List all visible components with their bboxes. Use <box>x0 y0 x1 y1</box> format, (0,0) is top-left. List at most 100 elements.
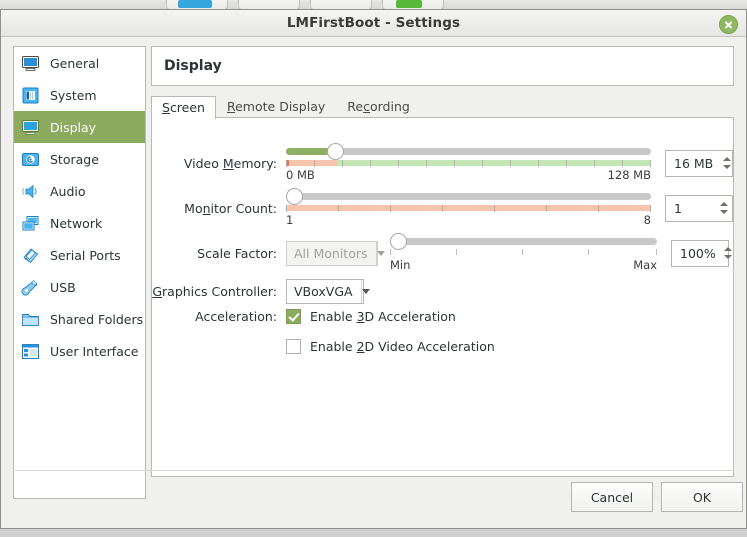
stepper-down-icon[interactable] <box>722 165 731 169</box>
footer-divider <box>13 470 734 471</box>
sidebar-item-shared-folders[interactable]: Shared Folders <box>14 303 145 335</box>
network-cards-icon <box>20 213 41 234</box>
video-memory-spinbox[interactable]: 16 MB <box>665 149 733 177</box>
chip-icon <box>20 85 41 106</box>
row-scale-factor: Scale Factor: All Monitors Min Max 100% <box>152 232 732 274</box>
display-icon <box>20 117 41 138</box>
sidebar-item-label: USB <box>50 279 76 295</box>
scale-factor-knob[interactable] <box>390 233 407 250</box>
row-acceleration-3d: Acceleration: Enable 3D Acceleration <box>152 309 456 324</box>
toolbar-chip-green <box>396 0 422 8</box>
monitor-count-ticks <box>286 205 651 212</box>
dialog-titlebar: LMFirstBoot - Settings <box>1 10 746 37</box>
sidebar-item-system[interactable]: System <box>14 79 145 111</box>
sidebar-item-label: General <box>50 55 100 71</box>
stepper-up-icon[interactable] <box>719 202 728 206</box>
stepper-down-icon[interactable] <box>719 210 728 214</box>
checkbox-2d-label: Enable 2D Video Acceleration <box>310 339 495 354</box>
cancel-button[interactable]: Cancel <box>571 482 653 512</box>
stepper-up-icon[interactable] <box>722 157 731 161</box>
scale-factor-stepper[interactable] <box>723 241 732 266</box>
tab-screen-label-rest: creen <box>169 100 205 115</box>
tab-screen[interactable]: Screen <box>151 96 216 119</box>
sidebar-item-usb[interactable]: USB <box>14 271 145 303</box>
video-memory-value: 16 MB <box>674 155 714 171</box>
sidebar-item-label: Display <box>50 119 97 135</box>
slider-track <box>390 238 657 245</box>
close-icon[interactable] <box>719 15 738 34</box>
checkbox-icon-checked[interactable] <box>286 309 301 324</box>
sidebar-item-user-interface[interactable]: User Interface <box>14 335 145 367</box>
checkbox-icon-unchecked[interactable] <box>286 339 301 354</box>
scale-factor-max-label: Max <box>633 258 657 272</box>
stepper-down-icon[interactable] <box>723 255 732 259</box>
video-memory-knob[interactable] <box>327 143 344 160</box>
scale-factor-spinbox[interactable]: 100% <box>671 239 732 267</box>
monitor-count-knob[interactable] <box>286 188 303 205</box>
tab-remote-display-label-rest: emote Display <box>235 99 326 114</box>
panel-header: Display <box>151 46 734 86</box>
monitor-count-slider[interactable]: 1 8 <box>286 187 651 229</box>
monitor-count-label: Monitor Count: <box>184 200 277 216</box>
dialog-title: LMFirstBoot - Settings <box>286 15 461 31</box>
toolbar-chip-blue <box>178 0 212 8</box>
video-memory-stepper[interactable] <box>721 151 732 176</box>
video-memory-label: Video Memory: <box>183 155 277 171</box>
graphics-controller-value: VBoxVGA <box>294 284 353 299</box>
chevron-down-icon <box>375 241 385 265</box>
sidebar-item-network[interactable]: Network <box>14 207 145 239</box>
row-monitor-count: Monitor Count: 1 8 1 <box>152 187 733 229</box>
monitor-count-min-label: 1 <box>286 213 294 227</box>
sidebar-item-audio[interactable]: Audio <box>14 175 145 207</box>
video-memory-ticks <box>286 160 651 167</box>
tab-recording[interactable]: Recording <box>336 95 421 118</box>
tab-recording-label-b: ording <box>369 99 410 114</box>
tab-recording-label-a: Re <box>347 99 364 114</box>
speaker-icon <box>20 181 41 202</box>
row-graphics-controller: Graphics Controller: VBoxVGA <box>152 279 370 304</box>
sidebar-item-serial-ports[interactable]: Serial Ports <box>14 239 145 271</box>
scale-factor-monitor-select[interactable]: All Monitors <box>286 240 385 266</box>
sidebar-item-storage[interactable]: Storage <box>14 143 145 175</box>
scale-factor-min-label: Min <box>390 258 411 272</box>
sidebar-item-label: Shared Folders <box>50 311 144 327</box>
acceleration-label: Acceleration: <box>195 309 277 324</box>
scale-factor-label: Scale Factor: <box>197 245 277 261</box>
checkbox-3d-label: Enable 3D Acceleration <box>310 309 456 324</box>
user-interface-icon <box>20 341 41 362</box>
tab-page-screen: Video Memory: 0 MB 128 MB 16 MB Monitor … <box>151 117 734 477</box>
sidebar-item-display[interactable]: Display <box>14 111 145 143</box>
row-video-memory: Video Memory: 0 MB 128 MB 16 MB <box>152 142 733 184</box>
row-acceleration-2d: Enable 2D Video Acceleration <box>152 339 495 354</box>
settings-dialog: LMFirstBoot - Settings General System Di… <box>0 9 747 529</box>
sidebar-item-general[interactable]: General <box>14 47 145 79</box>
settings-main-panel: Display Screen Remote Display Recording <box>151 46 734 499</box>
checkbox-enable-3d-acceleration[interactable]: Enable 3D Acceleration <box>286 309 456 324</box>
screen-root: LMFirstBoot - Settings General System Di… <box>0 0 747 537</box>
tab-bar: Screen Remote Display Recording <box>151 95 734 119</box>
sidebar-item-label: Network <box>50 215 103 231</box>
sidebar-item-label: User Interface <box>50 343 139 359</box>
page-title: Display <box>164 58 222 74</box>
folder-icon <box>20 309 41 330</box>
dialog-body: General System Display Storage Audio Net… <box>1 37 746 528</box>
graphics-controller-select[interactable]: VBoxVGA <box>286 279 370 304</box>
scale-factor-value: 100% <box>680 245 716 261</box>
monitor-count-spinbox[interactable]: 1 <box>665 194 733 222</box>
video-memory-min-label: 0 MB <box>286 168 315 182</box>
settings-sidebar: General System Display Storage Audio Net… <box>13 46 146 499</box>
monitor-icon <box>20 53 41 74</box>
harddisk-icon <box>20 149 41 170</box>
checkbox-enable-2d-video-acceleration[interactable]: Enable 2D Video Acceleration <box>286 339 495 354</box>
video-memory-max-label: 128 MB <box>607 168 651 182</box>
monitor-count-stepper[interactable] <box>715 196 732 221</box>
sidebar-item-label: Storage <box>50 151 99 167</box>
dialog-footer: Cancel OK <box>1 470 746 528</box>
tab-remote-display[interactable]: Remote Display <box>216 95 336 118</box>
usb-icon <box>20 277 41 298</box>
video-memory-slider[interactable]: 0 MB 128 MB <box>286 142 651 184</box>
ok-button[interactable]: OK <box>661 482 743 512</box>
stepper-up-icon[interactable] <box>723 247 732 251</box>
scale-factor-slider[interactable]: Min Max <box>390 232 657 274</box>
scale-factor-ticks <box>390 249 657 255</box>
